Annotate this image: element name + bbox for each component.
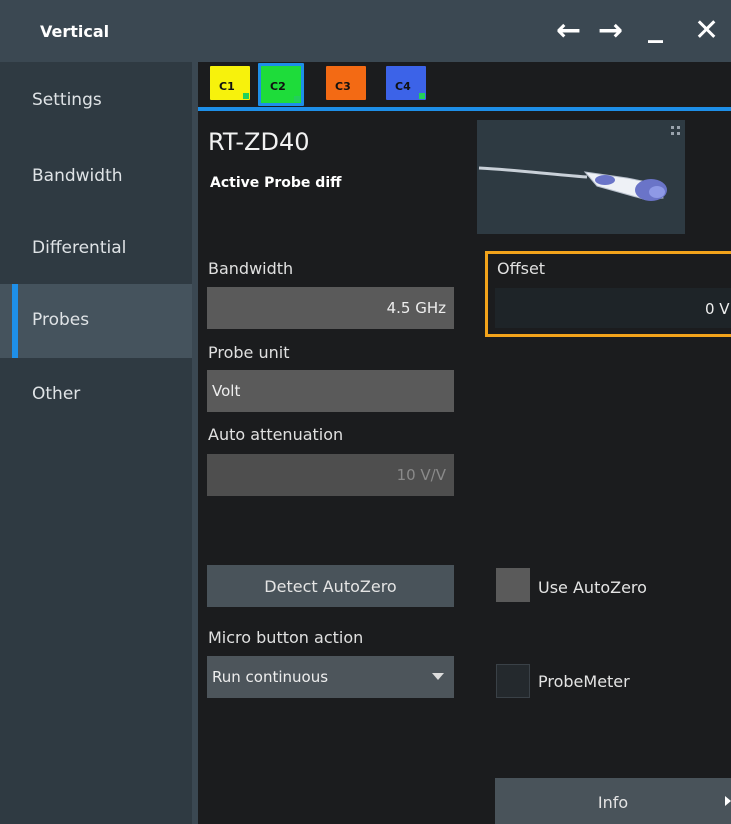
probe-unit-field[interactable]: Volt	[207, 370, 454, 412]
chevron-down-icon	[432, 673, 444, 680]
detect-autozero-button[interactable]: Detect AutoZero	[207, 565, 454, 607]
sidebar-item-label: Settings	[32, 90, 102, 110]
back-arrow-icon[interactable]: ←	[556, 14, 581, 48]
detect-autozero-label: Detect AutoZero	[264, 577, 397, 596]
probe-name: RT-ZD40	[208, 128, 310, 156]
auto-attenuation-field: 10 V/V	[207, 454, 454, 496]
sidebar: Settings Bandwidth Differential Probes O…	[0, 62, 192, 824]
offset-value: 0 V	[705, 300, 730, 318]
bandwidth-value: 4.5 GHz	[386, 299, 446, 317]
tab-c2[interactable]: C2	[258, 63, 304, 106]
channel-tab-bar: C1 C2 C3 C4	[198, 62, 731, 110]
probemeter-label: ProbeMeter	[538, 672, 630, 691]
title-bar: Vertical ← → _ ✕	[0, 0, 731, 62]
sidebar-item-label: Differential	[32, 238, 127, 258]
use-autozero-checkbox[interactable]	[496, 568, 530, 602]
auto-attenuation-label: Auto attenuation	[208, 425, 344, 444]
info-label: Info	[597, 793, 629, 812]
probe-unit-label: Probe unit	[208, 343, 290, 362]
tab-label: C2	[270, 80, 286, 93]
probe-image[interactable]	[477, 120, 685, 234]
active-indicator-icon	[294, 96, 300, 102]
probe-type: Active Probe diff	[210, 175, 342, 191]
sidebar-item-bandwidth[interactable]: Bandwidth	[0, 140, 192, 214]
sidebar-item-label: Probes	[32, 310, 90, 330]
tab-c1[interactable]: C1	[210, 66, 250, 100]
sidebar-item-settings[interactable]: Settings	[0, 64, 192, 138]
probemeter-checkbox[interactable]	[496, 664, 530, 698]
bandwidth-label: Bandwidth	[208, 259, 294, 278]
micro-button-action-dropdown[interactable]: Run continuous	[207, 656, 454, 698]
sidebar-item-label: Other	[32, 384, 81, 404]
tab-c4[interactable]: C4	[386, 66, 426, 100]
use-autozero-label: Use AutoZero	[538, 578, 647, 597]
auto-attenuation-value: 10 V/V	[396, 466, 446, 484]
chevron-right-icon	[725, 796, 731, 806]
forward-arrow-icon[interactable]: →	[598, 14, 623, 48]
minimize-icon[interactable]: _	[648, 10, 663, 44]
offset-label: Offset	[497, 259, 546, 278]
sidebar-item-probes[interactable]: Probes	[0, 284, 192, 358]
active-indicator-icon	[243, 93, 249, 99]
offset-input[interactable]: 0 V	[495, 288, 731, 328]
tab-label: C1	[219, 80, 235, 93]
probe-unit-value: Volt	[212, 382, 241, 400]
bandwidth-field: 4.5 GHz	[207, 287, 454, 329]
sidebar-item-differential[interactable]: Differential	[0, 212, 192, 286]
tab-label: C4	[395, 80, 411, 93]
micro-button-action-label: Micro button action	[208, 628, 364, 647]
info-button[interactable]: Info	[495, 778, 731, 824]
active-indicator-icon	[419, 93, 425, 99]
probe-photo-icon	[478, 126, 680, 201]
close-icon[interactable]: ✕	[694, 14, 719, 48]
sidebar-item-other[interactable]: Other	[0, 358, 192, 432]
window-title: Vertical	[40, 22, 110, 41]
tab-c3[interactable]: C3	[326, 66, 366, 100]
tab-label: C3	[335, 80, 351, 93]
sidebar-item-label: Bandwidth	[32, 166, 123, 186]
micro-button-action-value: Run continuous	[212, 668, 329, 686]
